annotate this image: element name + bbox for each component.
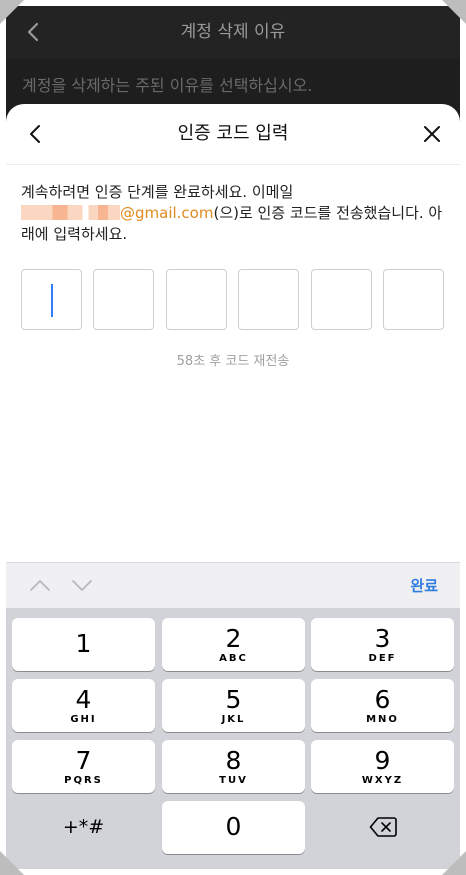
phone-screen: 계정 삭제 이유 계정을 삭제하는 주된 이유를 선택하십시오. 인증 코드 입… xyxy=(6,6,460,869)
keyboard-accessory-bar: 완료 xyxy=(6,562,460,609)
email-address: @gmail.com xyxy=(120,204,214,222)
key-symbols[interactable]: +*# xyxy=(12,801,155,854)
close-icon[interactable] xyxy=(420,122,444,146)
backspace-icon xyxy=(369,817,397,837)
key-digit: 0 xyxy=(225,812,242,841)
corner-decoration xyxy=(442,851,466,875)
code-digit-6[interactable] xyxy=(383,269,444,330)
key-7[interactable]: 7 PQRS xyxy=(12,740,155,793)
done-button[interactable]: 완료 xyxy=(410,563,438,609)
key-letters: ABC xyxy=(219,653,248,664)
instruction-before: 계속하려면 인증 단계를 완료하세요. 이메일 xyxy=(21,183,294,201)
key-delete[interactable] xyxy=(311,801,454,854)
key-digit: 3 xyxy=(374,624,391,653)
key-letters: WXYZ xyxy=(361,775,404,786)
key-letters: TUV xyxy=(219,775,248,786)
key-3[interactable]: 3 DEF xyxy=(311,618,454,671)
key-9[interactable]: 9 WXYZ xyxy=(311,740,454,793)
key-4[interactable]: 4 GHI xyxy=(12,679,155,732)
sheet-title: 인증 코드 입력 xyxy=(177,123,289,144)
key-digit: 6 xyxy=(374,685,391,714)
key-letters: MNO xyxy=(366,714,399,725)
key-5[interactable]: 5 JKL xyxy=(162,679,305,732)
key-letters: GHI xyxy=(70,714,97,725)
background-title: 계정 삭제 이유 xyxy=(180,22,286,42)
instruction-text: 계속하려면 인증 단계를 완료하세요. 이메일 @gmail.com(으)로 인증… xyxy=(21,182,446,245)
key-digit: 2 xyxy=(225,624,242,653)
key-digit: 1 xyxy=(75,629,92,658)
redacted-email xyxy=(21,205,120,220)
key-symbols-label: +*# xyxy=(62,816,105,838)
text-caret xyxy=(51,284,53,317)
key-digit: 4 xyxy=(75,685,92,714)
code-digit-3[interactable] xyxy=(166,269,227,330)
background-instruction: 계정을 삭제하는 주된 이유를 선택하십시오. xyxy=(22,76,313,95)
resend-countdown: 58초 후 코드 재전송 xyxy=(176,354,290,369)
code-input-row xyxy=(21,269,446,332)
key-1[interactable]: 1 xyxy=(12,618,155,671)
key-6[interactable]: 6 MNO xyxy=(311,679,454,732)
key-digit: 5 xyxy=(225,685,242,714)
background-header: 계정 삭제 이유 xyxy=(6,6,460,58)
code-digit-5[interactable] xyxy=(311,269,372,330)
sheet-header: 인증 코드 입력 xyxy=(6,104,460,165)
code-digit-2[interactable] xyxy=(93,269,154,330)
key-0[interactable]: 0 xyxy=(162,801,305,854)
key-digit: 7 xyxy=(75,746,92,775)
corner-decoration xyxy=(442,0,466,24)
numeric-keypad: 1 2 ABC 3 DEF 4 GHI 5 JKL 6 MNO 7 PQRS 8 TUV 9W… xyxy=(6,608,460,869)
key-digit: 8 xyxy=(225,746,242,775)
verification-sheet: 인증 코드 입력 계속하려면 인증 단계를 완료하세요. 이메일 @gmail.c… xyxy=(6,104,460,564)
key-2[interactable]: 2 ABC xyxy=(162,618,305,671)
corner-decoration xyxy=(0,851,24,875)
code-digit-4[interactable] xyxy=(238,269,299,330)
key-digit: 9 xyxy=(374,746,391,775)
key-letters: PQRS xyxy=(64,775,103,786)
key-8[interactable]: 8 TUV xyxy=(162,740,305,793)
key-letters: JKL xyxy=(221,714,246,725)
corner-decoration xyxy=(0,0,24,24)
key-letters: DEF xyxy=(368,653,397,664)
chevron-up-icon[interactable] xyxy=(28,575,52,595)
code-digit-1[interactable] xyxy=(21,269,82,330)
chevron-down-icon[interactable] xyxy=(70,575,94,595)
